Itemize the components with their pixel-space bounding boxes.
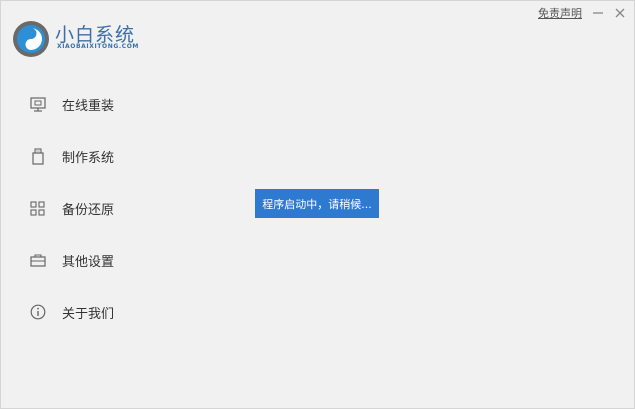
app-window: 小白系统 XIAOBAIXITONG.COM 免责声明 在线重装 制作系统 备份… [0, 0, 635, 409]
monitor-icon [29, 96, 46, 113]
briefcase-icon [29, 252, 46, 269]
disclaimer-link[interactable]: 免责声明 [538, 5, 582, 21]
xiaobai-logo-icon [11, 19, 51, 59]
sidebar-item-label: 备份还原 [62, 202, 115, 218]
sidebar-item-label: 制作系统 [62, 150, 115, 166]
brand-subtitle: XIAOBAIXITONG.COM [57, 43, 140, 50]
info-icon [29, 304, 46, 321]
sidebar-item-label: 在线重装 [62, 98, 115, 114]
loading-toast: 程序启动中，请稍候... [255, 189, 379, 218]
sidebar-item-other-settings[interactable]: 其他设置 [29, 249, 114, 271]
sidebar-item-online-reinstall[interactable]: 在线重装 [29, 93, 114, 115]
sidebar-item-label: 其他设置 [62, 254, 115, 270]
usb-drive-icon [29, 147, 46, 165]
sidebar-item-about-us[interactable]: 关于我们 [29, 301, 114, 323]
grid-icon [29, 200, 46, 217]
sidebar-item-label: 关于我们 [62, 306, 115, 322]
sidebar-item-backup-restore[interactable]: 备份还原 [29, 197, 114, 219]
minimize-icon[interactable] [592, 7, 604, 19]
close-icon[interactable] [614, 7, 626, 19]
titlebar-controls: 免责声明 [538, 5, 626, 21]
sidebar-item-make-system[interactable]: 制作系统 [29, 145, 114, 167]
